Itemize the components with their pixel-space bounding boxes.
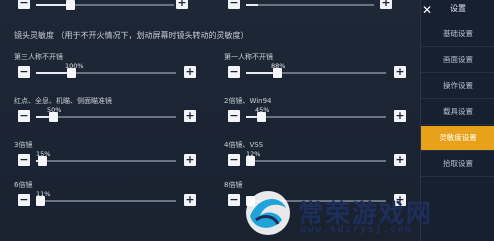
plus-button-x6[interactable]: +: [184, 194, 196, 206]
minus-button-x4[interactable]: −: [228, 154, 240, 166]
plus-button-x2[interactable]: +: [394, 110, 406, 122]
slider-label-first: 第一人称不开镜: [224, 53, 273, 61]
logo-icon: [246, 191, 290, 235]
sidebar-item-4[interactable]: 灵敏度设置: [421, 126, 494, 151]
slider-label-red: 红点、全息、机瞄、侧面瞄准镜: [14, 97, 112, 105]
slider-track-third[interactable]: [36, 68, 176, 78]
slider-label-x6: 6倍镜: [14, 181, 33, 189]
slider-track-first[interactable]: [246, 68, 386, 78]
slider-label-x3: 3倍镜: [14, 141, 33, 149]
plus-button-first[interactable]: +: [394, 66, 406, 78]
slider-value-red: 50%: [47, 106, 62, 114]
sidebar-item-0[interactable]: 基础设置: [421, 22, 494, 47]
slider-value-first: 88%: [271, 62, 286, 70]
top-plus-button[interactable]: +: [176, 0, 188, 9]
sidebar-item-2[interactable]: 操作设置: [421, 74, 494, 99]
top-right-minus-button[interactable]: −: [228, 0, 240, 9]
top-right-slider-track[interactable]: [246, 4, 374, 6]
sidebar-title: 设置: [450, 4, 466, 13]
slider-value-x6: 11%: [36, 190, 51, 198]
minus-button-x6[interactable]: −: [18, 194, 30, 206]
sidebar-item-3[interactable]: 载具设置: [421, 100, 494, 125]
top-slider-thumb[interactable]: [66, 0, 75, 10]
minus-button-red[interactable]: −: [18, 110, 30, 122]
watermark-logo: 常荣游戏网 www.sdcrysj.com: [238, 186, 494, 241]
slider-track-x3[interactable]: [36, 156, 176, 166]
plus-button-red[interactable]: +: [184, 110, 196, 122]
slider-track-x2[interactable]: [246, 112, 386, 122]
slider-fill-third: [36, 72, 71, 74]
slider-value-x4: 12%: [246, 150, 261, 158]
top-minus-button[interactable]: −: [18, 0, 30, 9]
minus-button-third[interactable]: −: [18, 66, 30, 78]
top-slider-track[interactable]: [36, 0, 174, 10]
top-right-slider-fill: [246, 4, 258, 6]
minus-button-first[interactable]: −: [228, 66, 240, 78]
slider-value-x2: 45%: [255, 106, 270, 114]
plus-button-x3[interactable]: +: [184, 154, 196, 166]
sidebar-header: ✕ 设置: [421, 0, 494, 20]
close-icon[interactable]: ✕: [419, 2, 435, 18]
top-slider-fill: [36, 4, 70, 6]
slider-label-third: 第三人称不开镜: [14, 53, 63, 61]
top-right-plus-button[interactable]: +: [380, 0, 392, 9]
slider-track-red[interactable]: [36, 112, 176, 122]
slider-label-x4: 4倍镜、VSS: [224, 141, 264, 149]
watermark-url: www.sdcrysj.com: [300, 224, 413, 235]
slider-value-third: 100%: [65, 62, 84, 70]
sidebar-item-1[interactable]: 画面设置: [421, 48, 494, 73]
plus-button-third[interactable]: +: [184, 66, 196, 78]
slider-value-x3: 15%: [36, 150, 51, 158]
sidebar-item-5[interactable]: 拾取设置: [421, 152, 494, 177]
slider-track-x6[interactable]: [36, 196, 176, 206]
slider-track-x4[interactable]: [246, 156, 386, 166]
plus-button-x4[interactable]: +: [394, 154, 406, 166]
slider-label-x2: 2倍镜、Win94: [224, 97, 272, 105]
minus-button-x2[interactable]: −: [228, 110, 240, 122]
minus-button-x3[interactable]: −: [18, 154, 30, 166]
section-title: 镜头灵敏度 （用于不开火情况下，划动屏幕时镜头转动的灵敏度）: [14, 31, 249, 40]
